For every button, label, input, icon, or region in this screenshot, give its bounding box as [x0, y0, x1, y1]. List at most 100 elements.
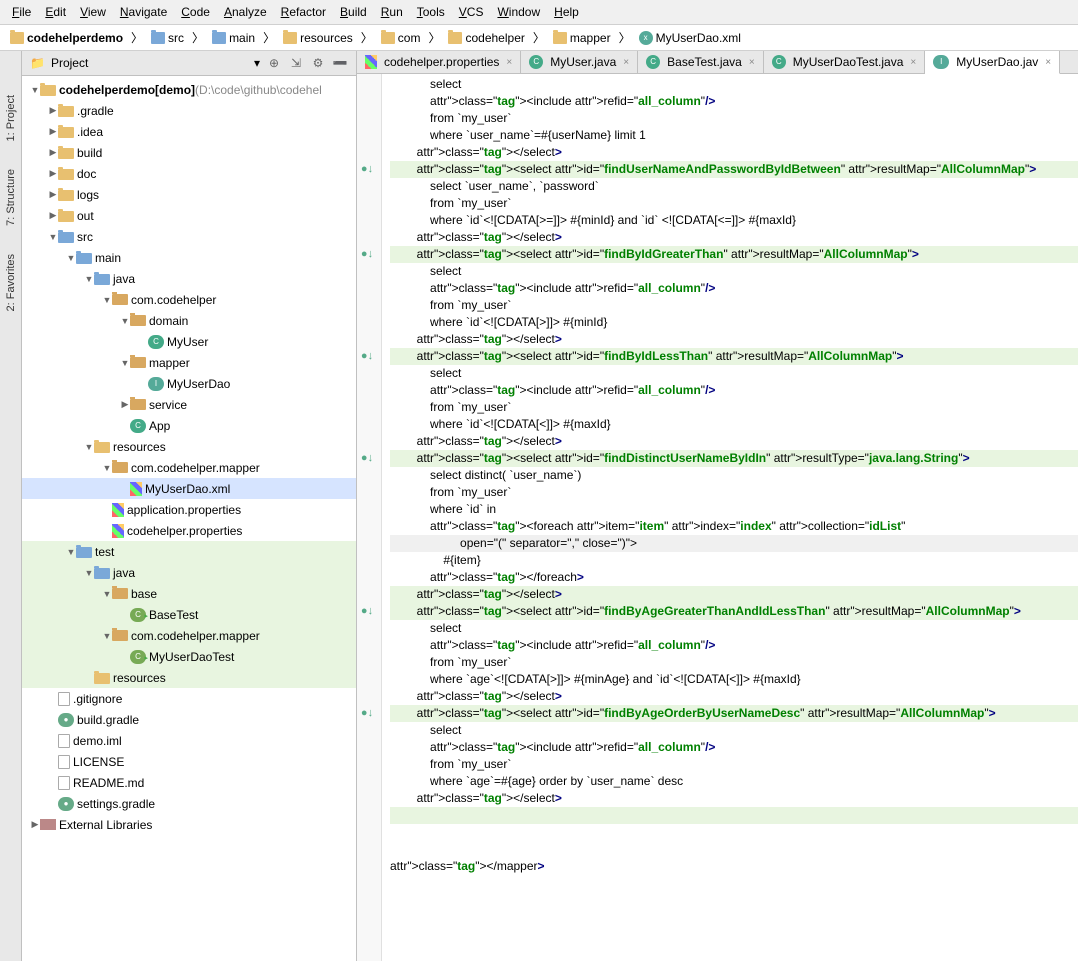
tree-item[interactable]: .gitignore	[22, 688, 356, 709]
tree-arrow[interactable]: ▶	[48, 210, 58, 221]
tree-item[interactable]: ▶doc	[22, 163, 356, 184]
tree-item[interactable]: ●build.gradle	[22, 709, 356, 730]
code-line[interactable]: attr">class="tag"></mapper>	[390, 858, 1078, 875]
tree-arrow[interactable]: ▼	[66, 547, 76, 557]
tree-item[interactable]: ▼com.codehelper.mapper	[22, 625, 356, 646]
tree-arrow[interactable]: ▶	[48, 126, 58, 137]
code-line[interactable]: attr">class="tag"><include attr">refid="…	[390, 93, 1078, 110]
code-line[interactable]: #{item}	[390, 552, 1078, 569]
code-line[interactable]: from `my_user`	[390, 484, 1078, 501]
tree-item[interactable]: ▼base	[22, 583, 356, 604]
gutter-implement-icon[interactable]: ●↓	[359, 246, 375, 262]
breadcrumb-item[interactable]: com	[377, 30, 425, 46]
menu-code[interactable]: Code	[175, 3, 216, 21]
tree-item[interactable]: LICENSE	[22, 751, 356, 772]
tree-item[interactable]: README.md	[22, 772, 356, 793]
tree-arrow[interactable]: ▶	[30, 819, 40, 830]
close-icon[interactable]: ×	[749, 57, 755, 68]
code-line[interactable]: attr">class="tag"><select attr">id="find…	[390, 348, 1078, 365]
code-line[interactable]: from `my_user`	[390, 110, 1078, 127]
code-line[interactable]: attr">class="tag"><select attr">id="find…	[390, 450, 1078, 467]
tree-item[interactable]: CMyUserDaoTest	[22, 646, 356, 667]
tree-item[interactable]: MyUserDao.xml	[22, 478, 356, 499]
tool-tab[interactable]: 1: Project	[3, 91, 19, 145]
code-line[interactable]: select	[390, 76, 1078, 93]
tree-item[interactable]: IMyUserDao	[22, 373, 356, 394]
hide-icon[interactable]: ➖	[332, 55, 348, 71]
gutter-implement-icon[interactable]: ●↓	[359, 348, 375, 364]
locate-icon[interactable]: ⊕	[266, 55, 282, 71]
tree-arrow[interactable]: ▼	[102, 631, 112, 641]
tree-item[interactable]: ▼resources	[22, 436, 356, 457]
tree-arrow[interactable]: ▼	[30, 85, 40, 95]
close-icon[interactable]: ×	[1045, 57, 1051, 68]
tree-arrow[interactable]: ▼	[102, 463, 112, 473]
gear-icon[interactable]: ⚙	[310, 55, 326, 71]
code-line[interactable]: attr">class="tag"></select>	[390, 586, 1078, 603]
gutter-implement-icon[interactable]: ●↓	[359, 161, 375, 177]
breadcrumb-item[interactable]: mapper	[549, 30, 615, 46]
menu-build[interactable]: Build	[334, 3, 373, 21]
menu-analyze[interactable]: Analyze	[218, 3, 273, 21]
code-line[interactable]: where `age`=#{age} order by `user_name` …	[390, 773, 1078, 790]
tree-arrow[interactable]: ▶	[48, 105, 58, 116]
tree-item[interactable]: CApp	[22, 415, 356, 436]
breadcrumb-item[interactable]: main	[208, 30, 259, 46]
code-line[interactable]: select	[390, 365, 1078, 382]
code-line[interactable]: select	[390, 722, 1078, 739]
tree-arrow[interactable]: ▼	[102, 295, 112, 305]
menu-vcs[interactable]: VCS	[453, 3, 490, 21]
menu-help[interactable]: Help	[548, 3, 585, 21]
code-line[interactable]: attr">class="tag"><include attr">refid="…	[390, 637, 1078, 654]
tree-item[interactable]: ▼com.codehelper.mapper	[22, 457, 356, 478]
tree-item[interactable]: codehelper.properties	[22, 520, 356, 541]
tree-arrow[interactable]: ▶	[48, 189, 58, 200]
breadcrumb-item[interactable]: xMyUserDao.xml	[635, 30, 745, 46]
code-line[interactable]: attr">class="tag"></foreach>	[390, 569, 1078, 586]
editor-tab[interactable]: IMyUserDao.jav×	[925, 51, 1060, 74]
code-line[interactable]: attr">class="tag"><select attr">id="find…	[390, 705, 1078, 722]
close-icon[interactable]: ×	[506, 57, 512, 68]
code-line[interactable]: from `my_user`	[390, 654, 1078, 671]
code-line[interactable]: attr">class="tag"><include attr">refid="…	[390, 280, 1078, 297]
code-line[interactable]: attr">class="tag"><include attr">refid="…	[390, 382, 1078, 399]
project-tree[interactable]: ▼codehelperdemo [demo] (D:\code\github\c…	[22, 76, 356, 961]
menu-refactor[interactable]: Refactor	[275, 3, 332, 21]
tree-item[interactable]: ▼codehelperdemo [demo] (D:\code\github\c…	[22, 79, 356, 100]
code-line[interactable]: select	[390, 620, 1078, 637]
code-line[interactable]: where `id`<![CDATA[>]]> #{minId}	[390, 314, 1078, 331]
code-line[interactable]	[390, 824, 1078, 841]
tool-tab[interactable]: 2: Favorites	[3, 250, 19, 315]
tree-item[interactable]: ●settings.gradle	[22, 793, 356, 814]
menu-navigate[interactable]: Navigate	[114, 3, 173, 21]
tree-item[interactable]: ▶External Libraries	[22, 814, 356, 835]
breadcrumb-item[interactable]: codehelperdemo	[6, 30, 127, 46]
code-line[interactable]: attr">class="tag"></select>	[390, 229, 1078, 246]
breadcrumb-item[interactable]: codehelper	[444, 30, 528, 46]
menu-view[interactable]: View	[74, 3, 112, 21]
breadcrumb-item[interactable]: resources	[279, 30, 357, 46]
code-line[interactable]: from `my_user`	[390, 399, 1078, 416]
code-line[interactable]: select distinct( `user_name`)	[390, 467, 1078, 484]
breadcrumb-item[interactable]: src	[147, 30, 188, 46]
tree-item[interactable]: application.properties	[22, 499, 356, 520]
close-icon[interactable]: ×	[623, 57, 629, 68]
tree-item[interactable]: CBaseTest	[22, 604, 356, 625]
code-line[interactable]: where `user_name`=#{userName} limit 1	[390, 127, 1078, 144]
code-line[interactable]: attr">class="tag"></select>	[390, 790, 1078, 807]
tree-item[interactable]: ▼src	[22, 226, 356, 247]
editor-tab[interactable]: codehelper.properties×	[357, 51, 521, 73]
tree-item[interactable]: ▼main	[22, 247, 356, 268]
tree-arrow[interactable]: ▶	[48, 168, 58, 179]
tree-item[interactable]: ▶.gradle	[22, 100, 356, 121]
code-line[interactable]: where `id` in	[390, 501, 1078, 518]
tree-item[interactable]: ▶.idea	[22, 121, 356, 142]
code-line[interactable]: attr">class="tag"></select>	[390, 331, 1078, 348]
gutter-implement-icon[interactable]: ●↓	[359, 603, 375, 619]
tree-item[interactable]: ▶out	[22, 205, 356, 226]
collapse-icon[interactable]: ⇲	[288, 55, 304, 71]
tree-item[interactable]: resources	[22, 667, 356, 688]
code-line[interactable]: attr">class="tag"><select attr">id="find…	[390, 603, 1078, 620]
code-line[interactable]: where `id`<![CDATA[<]]> #{maxId}	[390, 416, 1078, 433]
tree-arrow[interactable]: ▼	[48, 232, 58, 242]
